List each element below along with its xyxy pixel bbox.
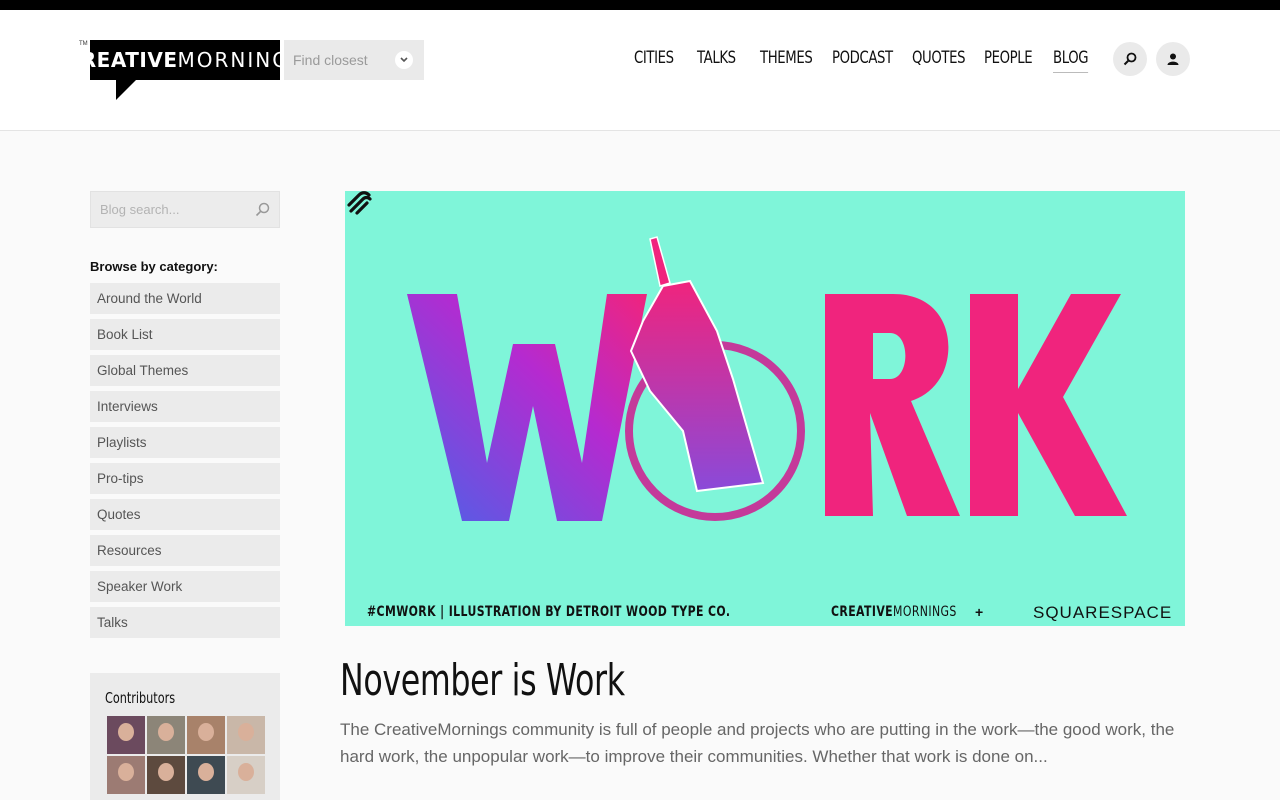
hero-brand-bold: CREATIVE <box>831 604 894 620</box>
category-playlists[interactable]: Playlists <box>90 427 280 458</box>
category-speaker-work[interactable]: Speaker Work <box>90 571 280 602</box>
nav-talks[interactable]: TALKS <box>697 48 736 68</box>
contributors-heading: Contributors <box>105 689 176 707</box>
nav-themes[interactable]: THEMES <box>760 48 813 68</box>
work-illustration <box>407 236 1127 521</box>
category-pro-tips[interactable]: Pro-tips <box>90 463 280 494</box>
category-resources[interactable]: Resources <box>90 535 280 566</box>
blog-search-placeholder: Blog search... <box>100 202 180 217</box>
hero-brand-light: MORNINGS <box>893 604 957 620</box>
category-book-list[interactable]: Book List <box>90 319 280 350</box>
city-select[interactable]: Find closest <box>284 40 424 80</box>
blog-search-input[interactable]: Blog search... <box>90 191 280 228</box>
letter-k <box>970 294 1127 516</box>
category-global-themes[interactable]: Global Themes <box>90 355 280 386</box>
category-around-the-world[interactable]: Around the World <box>90 283 280 314</box>
category-interviews[interactable]: Interviews <box>90 391 280 422</box>
category-talks[interactable]: Talks <box>90 607 280 638</box>
avatar[interactable] <box>187 716 225 754</box>
account-button[interactable] <box>1156 42 1190 76</box>
trademark-mark: TM <box>79 41 88 47</box>
avatar[interactable] <box>107 756 145 794</box>
contributor-avatars <box>107 716 267 794</box>
hand-illustration <box>629 279 765 493</box>
letter-w <box>407 294 647 521</box>
avatar[interactable] <box>187 756 225 794</box>
avatar[interactable] <box>107 716 145 754</box>
chevron-down-icon[interactable] <box>395 51 413 69</box>
featured-post-image[interactable]: #CMWORK | ILLUSTRATION BY DETROIT WOOD T… <box>345 191 1185 626</box>
avatar[interactable] <box>147 716 185 754</box>
search-icon[interactable] <box>255 202 270 217</box>
hero-partner: SQUARESPACE <box>1033 603 1173 622</box>
hero-caption: #CMWORK | ILLUSTRATION BY DETROIT WOOD T… <box>367 604 731 620</box>
nav-blog[interactable]: BLOG <box>1053 48 1089 73</box>
contributors-panel: Contributors <box>90 673 280 800</box>
city-select-placeholder: Find closest <box>293 52 368 68</box>
top-bar <box>0 0 1280 10</box>
letter-r <box>825 294 960 516</box>
creativemornings-logo[interactable]: CREATIVE MORNINGS <box>66 40 302 80</box>
post-title[interactable]: November is Work <box>340 655 625 706</box>
nav-people[interactable]: PEOPLE <box>984 48 1033 68</box>
squarespace-logo-icon <box>347 191 372 215</box>
logo-speech-tail <box>116 80 136 100</box>
hero-plus: + <box>975 604 984 620</box>
avatar[interactable] <box>147 756 185 794</box>
search-icon <box>1123 52 1137 66</box>
hero-brand: CREATIVEMORNINGS <box>831 604 957 620</box>
search-button[interactable] <box>1113 42 1147 76</box>
category-quotes[interactable]: Quotes <box>90 499 280 530</box>
post-excerpt: The CreativeMornings community is full o… <box>340 720 1175 766</box>
avatar[interactable] <box>227 716 265 754</box>
avatar[interactable] <box>227 756 265 794</box>
pencil-illustration <box>649 236 671 287</box>
nav-podcast[interactable]: PODCAST <box>832 48 893 68</box>
user-icon <box>1167 53 1179 65</box>
logo-text-bold: CREATIVE <box>65 48 178 72</box>
site-header: TM CREATIVE MORNINGS Find closest CITIES … <box>0 10 1280 131</box>
nav-cities[interactable]: CITIES <box>634 48 674 68</box>
nav-quotes[interactable]: QUOTES <box>912 48 966 68</box>
category-list: Around the World Book List Global Themes… <box>90 283 280 643</box>
browse-by-category-heading: Browse by category: <box>90 259 218 274</box>
